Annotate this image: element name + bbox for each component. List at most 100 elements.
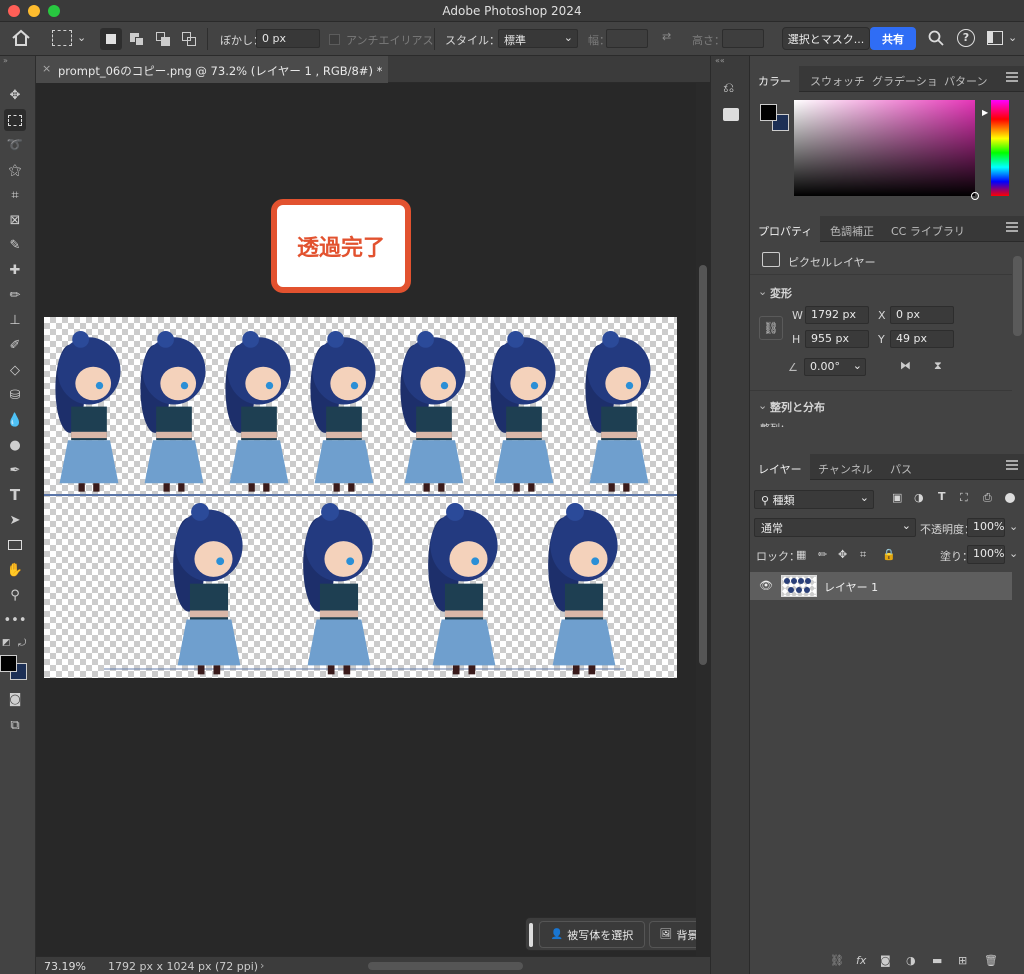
panel-menu-icon[interactable]	[1006, 72, 1018, 82]
home-icon[interactable]	[10, 28, 34, 50]
properties-scrollbar[interactable]	[1013, 256, 1022, 336]
link-icon[interactable]: ⛓	[759, 316, 783, 340]
eyedropper-icon[interactable]: ✎	[4, 234, 26, 256]
frame-tool-icon[interactable]: ⊠	[4, 209, 26, 231]
flip-horizontal-icon[interactable]: ⧓	[900, 359, 911, 372]
lock-transparent-icon[interactable]: ▦	[796, 548, 806, 561]
horizontal-scroll-thumb[interactable]	[368, 962, 523, 970]
filter-pixel-icon[interactable]: ▣	[892, 491, 902, 504]
tab-adjustments[interactable]: 色調補正	[822, 216, 882, 242]
link-layers-icon[interactable]: ⛓	[830, 954, 844, 967]
document-tab[interactable]: × prompt_06のコピー.png @ 73.2% (レイヤー 1 , RG…	[36, 56, 388, 83]
blend-mode-select[interactable]: 通常 ⌄	[754, 518, 916, 537]
new-selection-button[interactable]	[100, 28, 122, 50]
chevron-down-icon[interactable]: ⌄	[77, 31, 86, 44]
marquee-tool-icon[interactable]	[52, 30, 72, 46]
select-and-mask-button[interactable]: 選択とマスク...	[782, 27, 870, 50]
stamp-tool-icon[interactable]: ⊥	[4, 309, 26, 331]
canvas-area[interactable]: 透過完了 👤 被写体を選択 🖼 背景を削除 ⛶ •••	[36, 83, 853, 956]
width-field[interactable]: 1792 px	[805, 306, 869, 324]
vertical-scrollbar[interactable]	[696, 83, 710, 956]
tab-layers[interactable]: レイヤー	[750, 454, 810, 480]
color-picker-field[interactable]	[794, 100, 979, 200]
hue-slider-handle[interactable]: ▶	[982, 108, 988, 117]
share-button[interactable]: 共有	[870, 27, 916, 50]
angle-field[interactable]: 0.00° ⌄	[804, 358, 866, 376]
pen-tool-icon[interactable]: ✒	[4, 459, 26, 481]
comments-icon[interactable]	[723, 108, 739, 121]
chevron-down-icon[interactable]: ⌄	[1008, 31, 1017, 44]
visibility-eye-icon[interactable]: 👁	[759, 579, 773, 592]
lock-all-icon[interactable]: 🔒	[882, 548, 896, 561]
quick-mask-icon[interactable]: ◙	[4, 688, 26, 710]
chevron-down-icon[interactable]: ⌄	[758, 399, 767, 412]
filter-type-icon[interactable]: T	[938, 490, 946, 503]
document-image[interactable]	[44, 317, 677, 678]
marquee-tool-icon[interactable]	[4, 109, 26, 131]
feather-input[interactable]: 0 px	[256, 29, 320, 48]
expand-icon[interactable]: ««	[711, 56, 751, 65]
fx-icon[interactable]: fx	[856, 954, 866, 967]
collapse-icon[interactable]: »	[0, 56, 36, 66]
foreground-color-swatch[interactable]	[0, 655, 17, 672]
layer-name[interactable]: レイヤー 1	[824, 579, 878, 595]
path-select-icon[interactable]: ➤	[4, 509, 26, 531]
tab-paths[interactable]: パス	[882, 454, 920, 480]
adjustment-layer-icon[interactable]: ◑	[906, 954, 916, 967]
help-icon[interactable]: ?	[957, 29, 975, 47]
layer-filter-select[interactable]: ⚲ 種類 ⌄	[754, 490, 874, 509]
group-folder-icon[interactable]: ▬	[932, 954, 942, 967]
filter-shape-icon[interactable]: ⛶	[960, 491, 968, 505]
default-colors-icon[interactable]: ◩	[2, 638, 11, 648]
panel-menu-icon[interactable]	[1006, 222, 1018, 232]
select-subject-button[interactable]: 👤 被写体を選択	[539, 921, 645, 948]
move-tool-icon[interactable]: ✥	[4, 84, 26, 106]
history-brush-icon[interactable]: ✐	[4, 334, 26, 356]
swap-icon[interactable]: ⇄	[662, 30, 671, 43]
style-select[interactable]: 標準 ⌄	[498, 29, 578, 48]
dodge-tool-icon[interactable]: ●	[4, 434, 26, 456]
fill-field[interactable]: 100%	[967, 545, 1005, 564]
chevron-down-icon[interactable]: ⌄	[758, 285, 767, 298]
x-field[interactable]: 0 px	[890, 306, 954, 324]
hand-tool-icon[interactable]: ✋	[4, 559, 26, 581]
add-mask-icon[interactable]: ◙	[880, 954, 891, 967]
scroll-thumb[interactable]	[699, 265, 707, 665]
height-input[interactable]	[722, 29, 764, 48]
tab-channels[interactable]: チャンネル	[810, 454, 881, 480]
filter-toggle-icon[interactable]	[1005, 493, 1015, 503]
panel-menu-icon[interactable]	[1006, 460, 1018, 470]
lock-position-icon[interactable]: ✥	[838, 548, 847, 561]
workspace-icon[interactable]	[987, 31, 1003, 45]
tab-swatches[interactable]: スウォッチ	[802, 66, 873, 92]
opacity-field[interactable]: 100%	[967, 518, 1005, 537]
zoom-tool-icon[interactable]: ⚲	[4, 584, 26, 606]
swap-colors-icon[interactable]: ⤾	[18, 638, 26, 649]
chevron-down-icon[interactable]: ⌄	[1009, 520, 1018, 533]
more-tools-icon[interactable]: •••	[4, 609, 27, 631]
lock-artboard-icon[interactable]: ⌗	[860, 548, 866, 562]
filter-adjustment-icon[interactable]: ◑	[914, 491, 924, 504]
lasso-tool-icon[interactable]: ➰	[4, 134, 26, 156]
healing-brush-icon[interactable]: ✚	[4, 259, 26, 281]
width-input[interactable]	[606, 29, 648, 48]
tab-color[interactable]: カラー	[750, 66, 799, 92]
crop-tool-icon[interactable]: ⌗	[4, 184, 26, 206]
tab-patterns[interactable]: パターン	[936, 66, 995, 92]
lock-paint-icon[interactable]: ✏	[818, 548, 827, 561]
y-field[interactable]: 49 px	[890, 330, 954, 348]
tab-properties[interactable]: プロパティ	[750, 216, 821, 242]
brush-tool-icon[interactable]: ✏	[4, 284, 26, 306]
trash-icon[interactable]: 🗑	[984, 954, 998, 967]
antialias-checkbox[interactable]	[329, 34, 340, 45]
drag-handle[interactable]	[529, 923, 533, 947]
screen-mode-icon[interactable]: ⧉	[4, 714, 26, 736]
type-tool-icon[interactable]: T	[4, 484, 26, 506]
tab-cc-libraries[interactable]: CC ライブラリ	[883, 216, 973, 242]
chevron-right-icon[interactable]: ›	[260, 959, 264, 972]
filter-smart-icon[interactable]: ⎙	[983, 491, 992, 505]
magic-wand-icon[interactable]: ⚝	[4, 159, 26, 181]
paint-bucket-icon[interactable]: ⛁	[4, 384, 26, 406]
chevron-down-icon[interactable]: ⌄	[1009, 547, 1018, 560]
tab-gradients[interactable]: グラデーショ	[864, 66, 946, 92]
